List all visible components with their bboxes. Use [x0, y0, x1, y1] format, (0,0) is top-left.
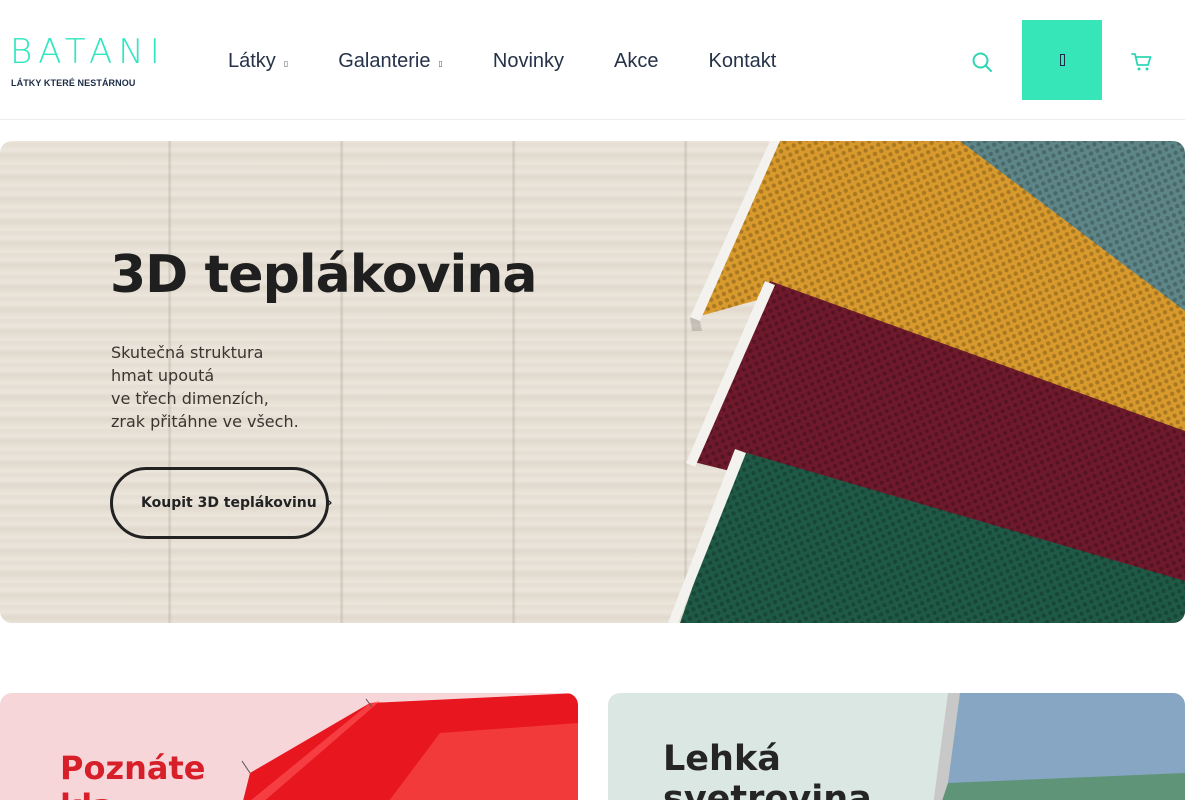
- buy-3d-fabric-button[interactable]: Koupit 3D teplákovinu ›: [110, 467, 332, 539]
- search-icon: [972, 52, 992, 72]
- promo-card-satin[interactable]: Poznáte kla: [0, 693, 578, 800]
- promo-title-line: Lehká: [663, 739, 781, 779]
- hero-subtitle-line: hmat upoutá: [111, 366, 215, 385]
- nav-item-latky[interactable]: Látky ▯: [228, 47, 288, 76]
- nav-label: Novinky: [492, 50, 565, 72]
- chevron-right-icon: ›: [326, 495, 333, 511]
- nav-item-novinky[interactable]: Novinky: [493, 49, 564, 73]
- nav-label: Galanterie: [338, 50, 431, 72]
- promo-title-line: svetrovina: [663, 779, 872, 800]
- promo-card-title: Lehká svetrovina: [663, 739, 872, 800]
- nav-item-akce[interactable]: Akce: [614, 49, 658, 73]
- chevron-down-icon: ▯: [438, 58, 443, 68]
- promo-title-line: Poznáte: [60, 749, 206, 787]
- batani-logo[interactable]: BATANI LÁTKY KTERÉ NESTÁRNOU: [10, 34, 160, 90]
- site-header: BATANI LÁTKY KTERÉ NESTÁRNOU Látky ▯ Gal…: [0, 0, 1185, 120]
- promo-title-line: kla: [60, 787, 205, 800]
- hero-subtitle-line: zrak přitáhne ve všech.: [111, 412, 299, 431]
- promo-card-title: Poznáte kla: [60, 749, 205, 800]
- nav-item-kontakt[interactable]: Kontakt: [709, 49, 777, 73]
- cta-label: Koupit 3D teplákovinu: [141, 495, 317, 511]
- nav-label: Akce: [614, 50, 659, 72]
- logo-tagline: LÁTKY KTERÉ NESTÁRNOU: [11, 78, 136, 88]
- account-button[interactable]: [1022, 20, 1102, 100]
- hero-subtitle-line: ve třech dimenzích,: [111, 389, 269, 408]
- nav-label: Látky: [228, 50, 276, 72]
- hero-subtitle-line: Skutečná struktura: [111, 343, 264, 362]
- chevron-down-icon: ▯: [283, 58, 289, 68]
- hero-banner[interactable]: 3D teplákovina Skutečná struktura hmat u…: [0, 141, 1185, 623]
- cart-button[interactable]: [1126, 46, 1158, 78]
- logo-wordmark: BATANI: [10, 32, 166, 72]
- cart-icon: [1131, 53, 1152, 71]
- account-icon: [1059, 54, 1065, 66]
- search-button[interactable]: [966, 46, 998, 78]
- nav-label: Kontakt: [708, 50, 777, 72]
- hero-title: 3D teplákovina: [110, 245, 537, 305]
- nav-item-galanterie[interactable]: Galanterie ▯: [338, 47, 443, 76]
- promo-card-light-knit[interactable]: Lehká svetrovina: [608, 693, 1185, 800]
- hero-subtitle: Skutečná struktura hmat upoutá ve třech …: [111, 341, 371, 433]
- main-nav: Látky ▯ Galanterie ▯ Novinky Akce Kontak…: [228, 48, 776, 74]
